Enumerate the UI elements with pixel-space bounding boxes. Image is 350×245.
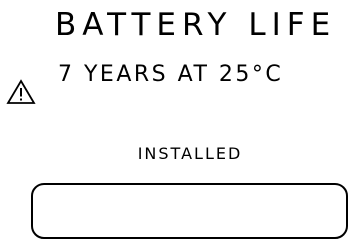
installed-date-field[interactable] <box>31 183 348 239</box>
warning-triangle-icon <box>6 79 36 105</box>
battery-life-text: 7 YEARS AT 25°C <box>58 62 284 87</box>
installed-label: INSTALLED <box>137 144 243 163</box>
label-title: BATTERY LIFE <box>55 7 337 43</box>
